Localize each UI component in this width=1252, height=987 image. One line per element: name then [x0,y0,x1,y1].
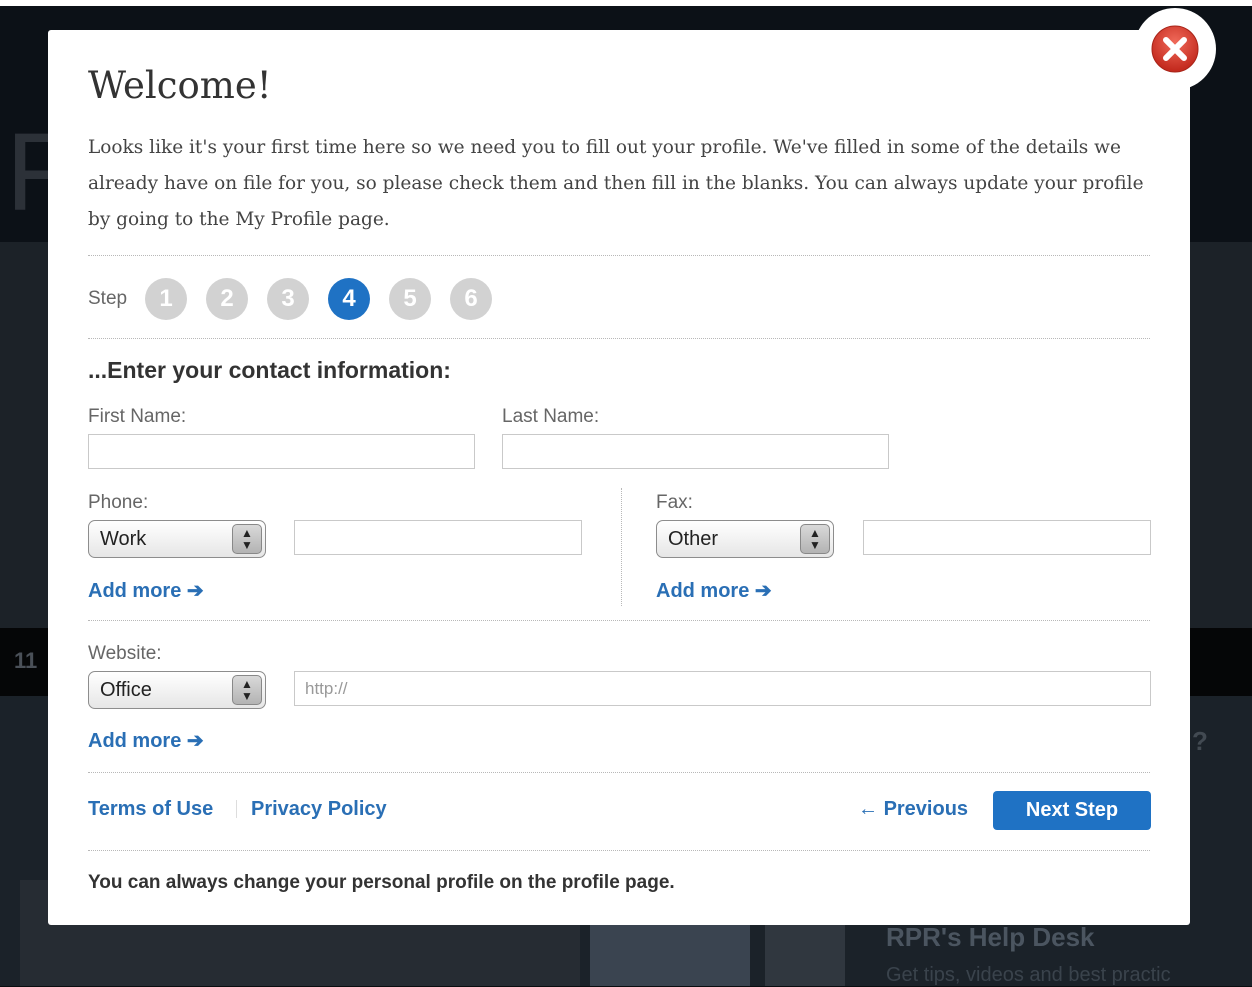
divider [88,772,1150,773]
phone-type-value: Work [100,528,147,550]
welcome-modal: Welcome! Looks like it's your first time… [48,30,1190,925]
background-help-title: RPR's Help Desk [886,922,1095,952]
phone-add-more-label: Add more [88,580,182,602]
step-3[interactable]: 3 [267,278,310,320]
arrow-right-icon: ➔ [186,730,204,752]
fax-label: Fax: [656,492,693,513]
first-name-label: First Name: [88,406,187,427]
arrow-left-icon: ← [858,798,884,820]
fax-add-more-label: Add more [656,580,750,602]
website-type-select[interactable]: Office ▲ ▼ [88,671,266,709]
modal-intro-text: Looks like it's your first time here so … [88,137,1144,230]
fax-type-select[interactable]: Other ▲ ▼ [656,520,834,558]
background-thumbnail [590,922,750,986]
select-arrows-icon: ▲ ▼ [800,524,830,554]
first-name-input[interactable] [88,434,475,469]
modal-title: Welcome! [88,64,272,107]
phone-add-more-link[interactable]: Add more ➔ [88,578,204,603]
step-indicator: Step 1 2 3 4 5 6 [88,278,511,320]
step-6[interactable]: 6 [450,278,493,320]
background-question-mark: ? [1192,726,1208,756]
close-button[interactable] [1134,8,1216,90]
background-thumbnail [765,922,845,986]
link-separator [236,800,237,818]
step-4-active[interactable]: 4 [328,278,371,320]
privacy-policy-link[interactable]: Privacy Policy [251,798,387,821]
arrow-right-icon: ➔ [186,580,204,602]
fax-number-input[interactable] [863,520,1151,555]
step-1[interactable]: 1 [145,278,188,320]
website-add-more-link[interactable]: Add more ➔ [88,728,204,753]
last-name-label: Last Name: [502,406,600,427]
footer-note: You can always change your personal prof… [88,872,675,893]
website-label: Website: [88,643,162,664]
phone-number-input[interactable] [294,520,582,555]
divider [88,850,1150,851]
select-arrows-icon: ▲ ▼ [232,675,262,705]
select-arrows-icon: ▲ ▼ [232,524,262,554]
website-type-value: Office [100,679,152,701]
step-label: Step [88,288,128,309]
fax-type-value: Other [668,528,719,550]
background-strip-number: 11 [14,648,38,673]
previous-label: Previous [883,798,969,820]
last-name-input[interactable] [502,434,889,469]
website-add-more-label: Add more [88,730,182,752]
step-2[interactable]: 2 [206,278,249,320]
divider [88,620,1150,621]
section-heading: ...Enter your contact information: [88,357,451,383]
vertical-divider [621,488,622,606]
close-icon [1151,25,1199,73]
terms-of-use-link[interactable]: Terms of Use [88,798,213,821]
phone-type-select[interactable]: Work ▲ ▼ [88,520,266,558]
arrow-right-icon: ➔ [754,580,772,602]
background-help-subtitle: Get tips, videos and best practic [886,964,1171,986]
divider [88,255,1150,256]
fax-add-more-link[interactable]: Add more ➔ [656,578,772,603]
next-step-button[interactable]: Next Step [993,791,1151,830]
step-5[interactable]: 5 [389,278,432,320]
divider [88,338,1150,339]
previous-link[interactable]: ← Previous [858,798,968,821]
website-url-input[interactable]: http:// [294,671,1151,706]
phone-label: Phone: [88,492,149,513]
